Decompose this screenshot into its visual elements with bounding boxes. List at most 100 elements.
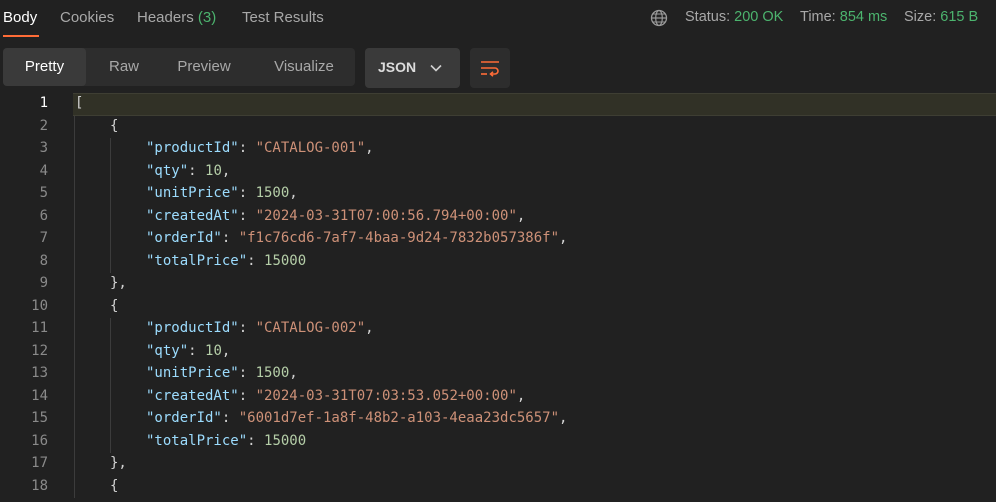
json-punctuation: { [110, 297, 119, 314]
word-wrap-icon [481, 61, 499, 77]
view-mode-pretty-button[interactable]: Pretty [3, 48, 86, 86]
json-punctuation: : [247, 432, 265, 449]
line-number: 14 [31, 387, 48, 404]
json-number: 10 [205, 342, 222, 359]
json-key: "qty" [146, 342, 189, 359]
json-punctuation: , [516, 207, 526, 224]
code-text: "orderId": "f1c76cd6-7af7-4baa-9d24-7832… [146, 230, 567, 246]
json-string: "2024-03-31T07:00:56.794+00:00" [255, 207, 517, 224]
json-key: "unitPrice" [146, 185, 239, 201]
json-key: "productId" [146, 320, 239, 336]
indent-guide [74, 115, 75, 498]
json-punctuation: : [221, 410, 239, 426]
headers-count-badge: (3) [197, 9, 217, 26]
line-number: 15 [31, 410, 48, 426]
format-select-value: JSON [378, 59, 417, 75]
view-mode-preview-button[interactable]: Preview [165, 48, 243, 86]
json-key: "orderId" [146, 230, 222, 246]
code-text: { [110, 298, 118, 314]
line-number: 10 [31, 297, 48, 314]
code-line[interactable]: 8 "totalPrice": 15000 [0, 251, 996, 274]
code-line[interactable]: 15 "orderId": "6001d7ef-1a8f-48b2-a103-4e… [0, 408, 996, 431]
code-line[interactable]: 3 "productId": "CATALOG-001", [0, 138, 996, 161]
code-line[interactable]: 1[ [0, 93, 996, 116]
code-line[interactable]: 18 { [0, 476, 996, 499]
code-text: }, [110, 455, 127, 471]
view-mode-segmented-control: Pretty Raw Preview Visualize [3, 48, 355, 86]
line-number: 13 [31, 365, 48, 381]
json-string: "CATALOG-001" [255, 140, 366, 156]
json-punctuation: { [110, 117, 119, 134]
globe-icon[interactable] [650, 9, 668, 27]
code-text: "totalPrice": 15000 [146, 253, 306, 269]
code-text: { [110, 478, 118, 494]
line-number: 2 [39, 117, 48, 134]
json-punctuation: : [238, 320, 256, 336]
response-header: Body Cookies Headers (3) Test Results St… [0, 0, 996, 38]
json-punctuation: : [238, 140, 256, 156]
code-line[interactable]: 2{ [0, 116, 996, 139]
status-indicator[interactable]: Status: 200 OK [685, 9, 783, 25]
line-number: 17 [31, 455, 48, 471]
code-text: "qty": 10, [146, 163, 230, 179]
code-line[interactable]: 16 "totalPrice": 15000 [0, 431, 996, 454]
json-key: "createdAt" [146, 387, 239, 404]
tab-headers-label: Headers [137, 9, 194, 26]
json-number: 1500 [255, 365, 290, 381]
code-text: "createdAt": "2024-03-31T07:03:53.052+00… [146, 388, 525, 404]
json-punctuation: : [238, 365, 256, 381]
code-text: "orderId": "6001d7ef-1a8f-48b2-a103-4eaa… [146, 410, 567, 426]
json-number: 15000 [264, 432, 307, 449]
code-line[interactable]: 12 "qty": 10, [0, 341, 996, 364]
json-punctuation: : [238, 387, 256, 404]
json-key: "createdAt" [146, 207, 239, 224]
view-mode-visualize-button[interactable]: Visualize [265, 48, 343, 86]
code-line[interactable]: 4 "qty": 10, [0, 161, 996, 184]
code-line[interactable]: 17}, [0, 453, 996, 476]
format-select[interactable]: JSON [365, 48, 460, 88]
json-punctuation: , [365, 140, 374, 156]
tab-headers[interactable]: Headers (3) [137, 9, 216, 26]
time-indicator[interactable]: Time: 854 ms [800, 9, 887, 25]
code-line[interactable]: 6 "createdAt": "2024-03-31T07:00:56.794+0… [0, 206, 996, 229]
time-label: Time: [800, 9, 836, 25]
code-line[interactable]: 14 "createdAt": "2024-03-31T07:03:53.052+… [0, 386, 996, 409]
code-line[interactable]: 10 { [0, 296, 996, 319]
line-number: 9 [39, 275, 48, 291]
word-wrap-button[interactable] [470, 48, 510, 88]
json-number: 15000 [264, 252, 307, 269]
size-indicator[interactable]: Size: 615 B [904, 9, 978, 25]
code-text: "createdAt": "2024-03-31T07:00:56.794+00… [146, 208, 525, 224]
code-text: "productId": "CATALOG-002", [146, 320, 374, 336]
json-punctuation: }, [110, 275, 127, 291]
tab-body[interactable]: Body [3, 9, 37, 26]
json-punctuation: , [559, 410, 568, 426]
code-line[interactable]: 7 "orderId": "f1c76cd6-7af7-4baa-9d24-783… [0, 228, 996, 251]
json-punctuation: , [559, 230, 568, 246]
response-body-editor[interactable]: 1[2{3 "productId": "CATALOG-001", 4 "qty": … [0, 93, 996, 502]
line-number: 7 [39, 230, 48, 246]
line-number: 16 [31, 432, 48, 449]
code-line[interactable]: 5 "unitPrice": 1500, [0, 183, 996, 206]
json-number: 10 [205, 162, 222, 179]
json-string: "2024-03-31T07:03:53.052+00:00" [255, 387, 517, 404]
json-punctuation: : [188, 342, 206, 359]
tab-cookies[interactable]: Cookies [60, 9, 114, 26]
line-number: 5 [39, 185, 48, 201]
code-text: }, [110, 275, 127, 291]
size-value: 615 B [940, 9, 979, 25]
json-key: "unitPrice" [146, 365, 239, 381]
view-mode-raw-button[interactable]: Raw [93, 48, 155, 86]
code-line[interactable]: 13 "unitPrice": 1500, [0, 363, 996, 386]
code-line[interactable]: 11 "productId": "CATALOG-002", [0, 318, 996, 341]
json-string: "6001d7ef-1a8f-48b2-a103-4eaa23dc5657" [238, 410, 560, 426]
tab-test-results[interactable]: Test Results [242, 9, 324, 26]
code-line[interactable]: 9}, [0, 273, 996, 296]
status-value: 200 OK [734, 9, 784, 25]
line-number: 6 [39, 207, 48, 224]
json-number: 1500 [255, 185, 290, 201]
json-punctuation: : [188, 162, 206, 179]
active-tab-indicator [3, 35, 39, 37]
code-text: "totalPrice": 15000 [146, 433, 306, 449]
line-number: 1 [39, 95, 48, 111]
